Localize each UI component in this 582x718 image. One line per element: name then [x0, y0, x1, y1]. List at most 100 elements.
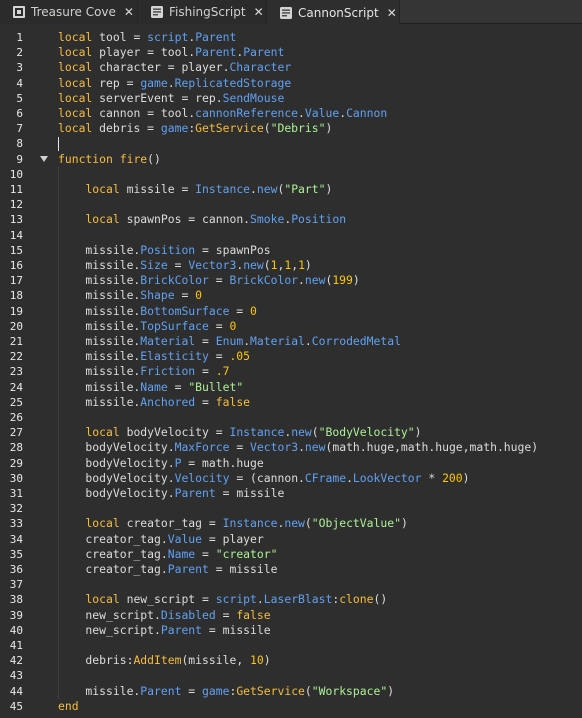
- code-token: bodyVelocity.: [58, 486, 175, 500]
- code-line[interactable]: missile.Elasticity = .05: [58, 349, 582, 364]
- script-editor[interactable]: 1 2 3 4 5 6 7 8 9 10 11 12 13 14 15 16 17 18 19 20 21 22 23 24 2…: [0, 25, 582, 718]
- code-line[interactable]: creator_tag.Value = player: [58, 532, 582, 547]
- code-line[interactable]: local tool = script.Parent: [58, 30, 582, 45]
- code-line[interactable]: local spawnPos = cannon.Smoke.Position: [58, 212, 582, 227]
- code-token: Value: [304, 106, 340, 120]
- line-number: 14: [9, 228, 23, 242]
- code-line[interactable]: local character = player.Character: [58, 60, 582, 75]
- code-line[interactable]: local creator_tag = Instance.new("Object…: [58, 516, 582, 531]
- code-token: new_script.: [58, 622, 161, 637]
- code-line[interactable]: missile.Size = Vector3.new(1,1,1): [58, 258, 582, 273]
- code-line[interactable]: missile.BrickColor = BrickColor.new(199): [58, 273, 582, 288]
- line-number: 36: [9, 563, 23, 576]
- code-token: Parent: [243, 45, 285, 60]
- tab-cannonscript[interactable]: CannonScript ✕: [267, 0, 400, 25]
- code-line[interactable]: new_script.Parent = missile: [58, 623, 582, 638]
- code-line[interactable]: creator_tag.Name = "creator": [58, 547, 582, 562]
- line-number: 37: [9, 578, 23, 592]
- code-token: new: [243, 258, 264, 272]
- tab-treasure-cove[interactable]: Treasure Cove ✕: [0, 0, 138, 24]
- code-line[interactable]: local rep = game.ReplicatedStorage: [58, 76, 582, 91]
- code-line[interactable]: local bodyVelocity = Instance.new("BodyV…: [58, 425, 582, 440]
- line-number: 17: [9, 274, 23, 288]
- code-line[interactable]: end: [58, 699, 582, 714]
- code-line[interactable]: missile.Shape = 0: [58, 288, 582, 303]
- code-line[interactable]: [58, 501, 582, 516]
- tab-label: Treasure Cove: [31, 5, 116, 19]
- code-token: = spawnPos: [195, 242, 271, 257]
- code-line[interactable]: local new_script = script.LaserBlast:clo…: [58, 592, 582, 607]
- fold-toggle-icon[interactable]: [40, 156, 48, 163]
- code-token: missile.: [58, 394, 141, 409]
- close-icon[interactable]: ✕: [254, 6, 264, 18]
- code-line[interactable]: missile.TopSurface = 0: [58, 319, 582, 334]
- code-token: .: [250, 182, 257, 196]
- code-token: fire: [119, 151, 148, 166]
- line-number: 19: [9, 304, 23, 318]
- code-line[interactable]: [58, 136, 582, 151]
- tab-fishingscript[interactable]: FishingScript ✕: [138, 0, 267, 24]
- code-line[interactable]: [58, 410, 582, 425]
- code-line[interactable]: bodyVelocity.Parent = missile: [58, 486, 582, 501]
- code-line[interactable]: missile.Name = "Bullet": [58, 380, 582, 395]
- code-line[interactable]: local serverEvent = rep.SendMouse: [58, 91, 582, 106]
- code-line[interactable]: [58, 638, 582, 653]
- line-number: 32: [9, 502, 23, 516]
- code-line[interactable]: debris:AddItem(missile, 10): [58, 653, 582, 668]
- code-line[interactable]: missile.Friction = .7: [58, 364, 582, 379]
- code-line[interactable]: creator_tag.Parent = missile: [58, 562, 582, 577]
- code-line[interactable]: missile.Position = spawnPos: [58, 243, 582, 258]
- line-number: 13: [9, 213, 23, 227]
- code-line[interactable]: new_script.Disabled = false: [58, 608, 582, 623]
- code-line[interactable]: local debris = game:GetService("Debris"): [58, 121, 582, 136]
- code-token: Size: [140, 258, 168, 272]
- code-line[interactable]: local cannon = tool.cannonReference.Valu…: [58, 106, 582, 121]
- code-area[interactable]: local tool = script.Parent local player =…: [52, 25, 582, 718]
- code-token: local: [85, 592, 120, 607]
- code-line[interactable]: missile.Anchored = false: [58, 395, 582, 410]
- code-token: 10: [250, 653, 264, 668]
- code-token: Parent: [195, 45, 237, 60]
- close-icon[interactable]: ✕: [387, 7, 397, 19]
- line-number: 25: [9, 395, 23, 409]
- line-number-gutter: 1 2 3 4 5 6 7 8 9 10 11 12 13 14 15 16 17 18 19 20 21 22 23 24 2…: [0, 25, 52, 718]
- code-line[interactable]: [58, 197, 582, 212]
- code-token: =: [229, 440, 251, 455]
- code-token: bodyVelocity.: [58, 455, 175, 470]
- code-line[interactable]: local missile = Instance.new("Part"): [58, 182, 582, 197]
- code-token: = missile: [202, 622, 271, 637]
- code-line[interactable]: [58, 668, 582, 683]
- code-line[interactable]: missile.Material = Enum.Material.Corrode…: [58, 334, 582, 349]
- script-icon: [279, 6, 293, 20]
- code-line[interactable]: local player = tool.Parent.Parent: [58, 45, 582, 60]
- code-line[interactable]: missile.Parent = game:GetService("Worksp…: [58, 684, 582, 699]
- code-line[interactable]: [58, 577, 582, 592]
- code-token: ): [263, 653, 271, 668]
- code-token: spawnPos = cannon.: [119, 212, 251, 227]
- code-line[interactable]: function fire(): [58, 152, 582, 167]
- code-token: =: [167, 258, 189, 272]
- line-number: 40: [9, 623, 23, 637]
- code-line[interactable]: bodyVelocity.MaxForce = Vector3.new(math…: [58, 440, 582, 455]
- code-token: Parent: [167, 562, 209, 576]
- line-number: 2: [16, 46, 23, 60]
- code-line[interactable]: [58, 167, 582, 182]
- place-icon: [12, 5, 26, 19]
- close-icon[interactable]: ✕: [124, 6, 134, 18]
- code-line[interactable]: missile.BottomSurface = 0: [58, 304, 582, 319]
- code-line[interactable]: [58, 228, 582, 243]
- script-icon: [150, 5, 164, 19]
- code-line[interactable]: bodyVelocity.Velocity = (cannon.CFrame.L…: [58, 471, 582, 486]
- code-token: 1: [298, 258, 305, 272]
- code-token: new: [304, 440, 326, 455]
- code-token: = missile: [208, 562, 278, 576]
- line-number: 38: [9, 593, 23, 607]
- code-token: (: [263, 258, 271, 272]
- line-number: 43: [9, 669, 23, 683]
- code-token: script: [147, 30, 189, 44]
- code-line[interactable]: bodyVelocity.P = math.huge: [58, 456, 582, 471]
